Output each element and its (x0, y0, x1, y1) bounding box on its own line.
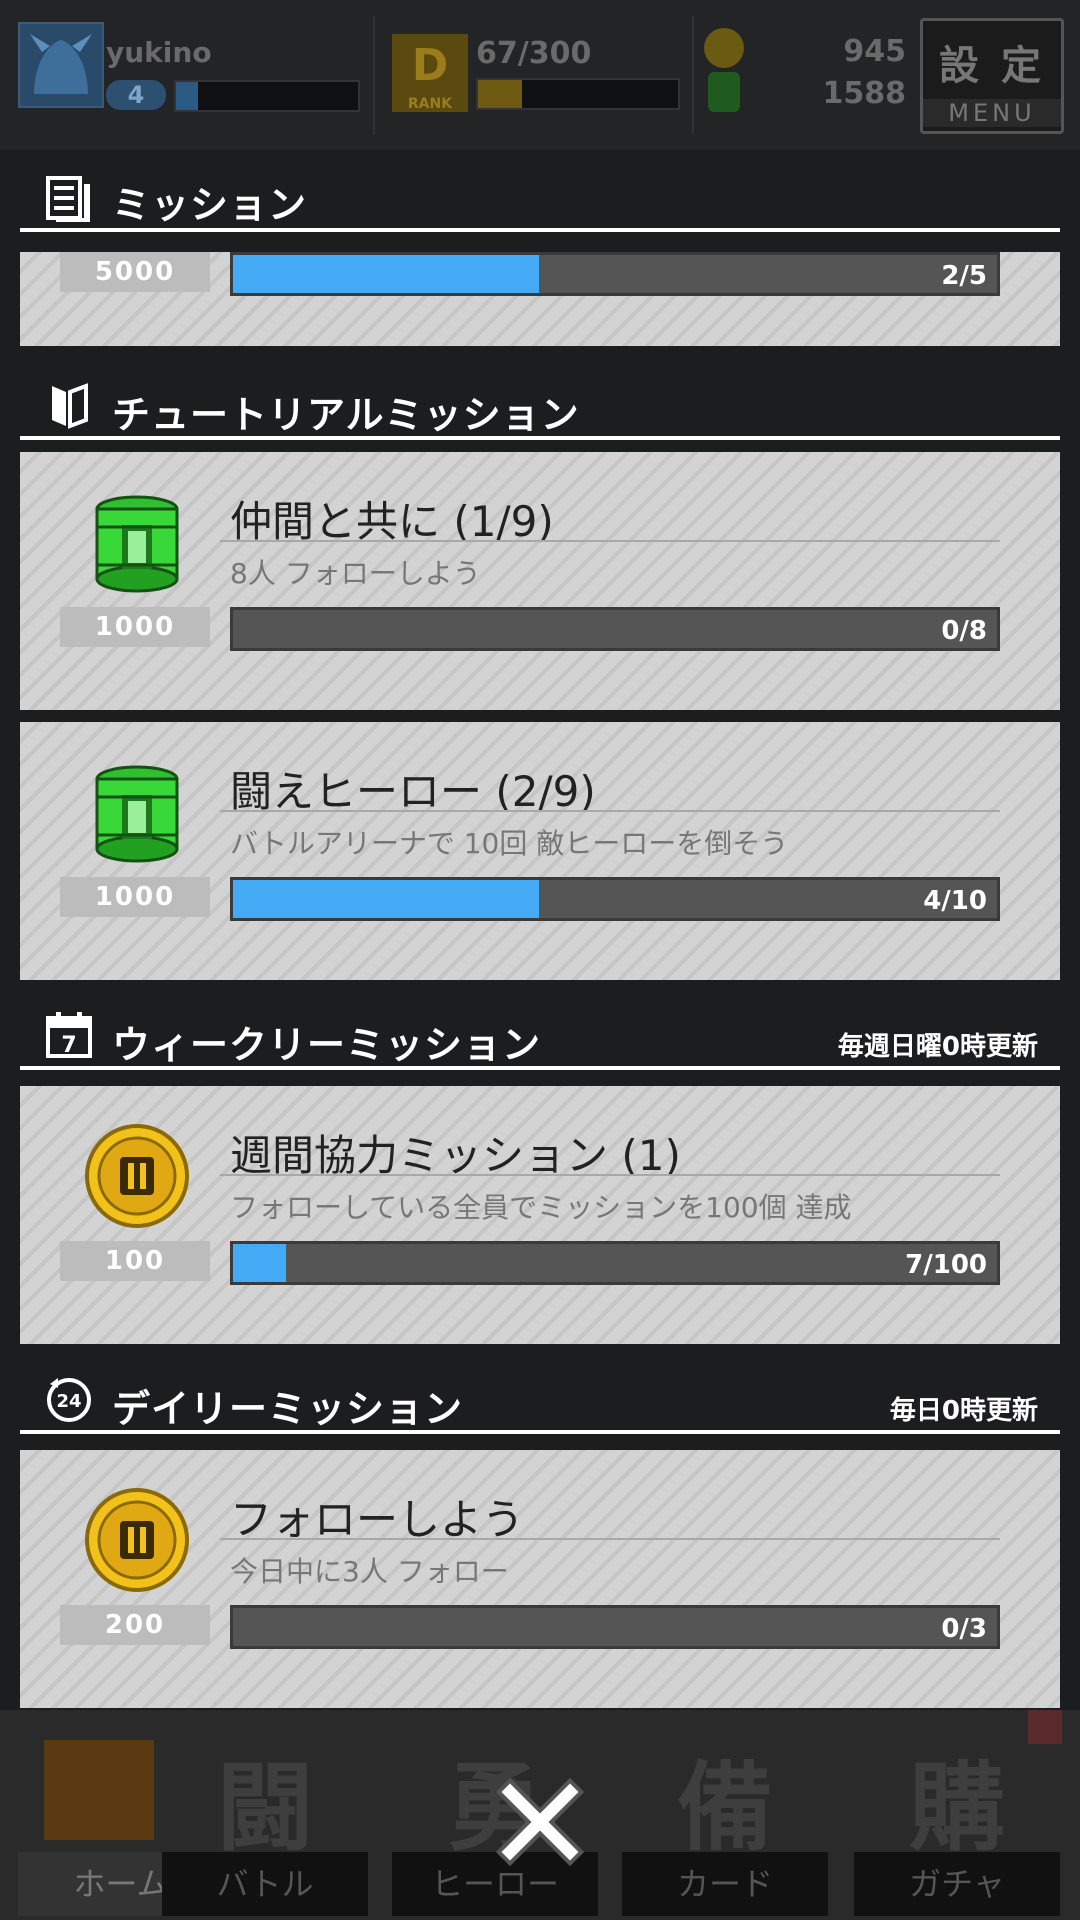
mission-panel-title: ミッション (112, 183, 308, 227)
gold-coin-icon (82, 1485, 192, 1595)
card-glyph-icon: 備 (677, 1752, 773, 1864)
progress-bar: 2/5 (230, 252, 1000, 296)
nav-label: カード (622, 1852, 828, 1916)
mission-card-partial[interactable]: 5000 2/5 (20, 252, 1060, 346)
calendar-icon: 7 (46, 1012, 92, 1058)
coin-count: 945 (843, 34, 906, 69)
rank-progress-text: 67/300 (476, 36, 592, 71)
gem-icon (708, 72, 740, 112)
close-button[interactable] (495, 1777, 585, 1867)
gold-coin-icon (82, 1121, 192, 1231)
progress-text: 2/5 (941, 261, 987, 291)
reward-amount: 200 (60, 1605, 210, 1645)
progress-fill (233, 255, 539, 293)
level-badge: 4 (106, 80, 166, 110)
rank-bar (476, 78, 680, 110)
green-barrel-icon (82, 487, 192, 597)
player-avatar[interactable] (18, 22, 104, 108)
mission-card[interactable]: フォローしよう 今日中に3人 フォロー 200 0/3 (20, 1450, 1060, 1708)
mission-description: 今日中に3人 フォロー (230, 1555, 509, 1588)
progress-bar: 4/10 (230, 877, 1000, 921)
home-icon (44, 1740, 154, 1840)
svg-text:24: 24 (56, 1391, 81, 1412)
progress-fill (233, 880, 539, 918)
section-header-daily: 24 デイリーミッション 毎日0時更新 (20, 1374, 1060, 1434)
nav-card[interactable]: 備 カード (618, 1720, 832, 1916)
mission-card[interactable]: 闘えヒーロー (2/9) バトルアリーナで 10回 敵ヒーローを倒そう 1000… (20, 722, 1060, 980)
mission-card[interactable]: 仲間と共に (1/9) 8人 フォローしよう 1000 0/8 (20, 452, 1060, 710)
nav-battle[interactable]: 闘 バトル (158, 1720, 372, 1916)
section-title: チュートリアルミッション (112, 393, 580, 437)
notification-badge-icon (1028, 1710, 1062, 1744)
gem-count: 1588 (822, 76, 907, 111)
menu-button[interactable]: 設 定 MENU (920, 18, 1064, 134)
progress-text: 4/10 (923, 886, 987, 916)
reward-amount: 1000 (60, 877, 210, 917)
mission-description: フォローしている全員でミッションを100個 達成 (230, 1191, 852, 1224)
rank-icon: D RANK (392, 34, 468, 112)
mission-list-icon (46, 176, 90, 222)
section-title: デイリーミッション (112, 1387, 464, 1431)
book-icon (52, 383, 88, 429)
mission-description: バトルアリーナで 10回 敵ヒーローを倒そう (230, 827, 789, 860)
nav-label: バトル (162, 1852, 368, 1916)
progress-bar: 0/8 (230, 607, 1000, 651)
mission-panel: ミッション 5000 2/5 チュートリアルミッション 仲間と共に (1/9) … (0, 150, 1080, 1710)
nav-label: ガチャ (854, 1852, 1060, 1916)
status-bar: yukino 4 D RANK 67/300 945 1588 設 定 MENU (0, 0, 1080, 150)
section-header-weekly: 7 ウィークリーミッション 毎週日曜0時更新 (20, 1010, 1060, 1070)
battle-glyph-icon: 闘 (217, 1752, 313, 1864)
mission-description: 8人 フォローしよう (230, 557, 481, 590)
green-barrel-icon (82, 757, 192, 867)
progress-bar: 0/3 (230, 1605, 1000, 1649)
progress-text: 0/3 (941, 1614, 987, 1644)
reward-amount: 1000 (60, 607, 210, 647)
nav-gacha[interactable]: 購 ガチャ (850, 1710, 1064, 1916)
reward-amount: 100 (60, 1241, 210, 1281)
section-header-tutorial: チュートリアルミッション (20, 380, 1060, 440)
progress-text: 0/8 (941, 616, 987, 646)
progress-text: 7/100 (905, 1250, 987, 1280)
exp-bar (174, 80, 360, 112)
coin-icon (704, 28, 744, 68)
close-icon (495, 1777, 585, 1867)
mission-card[interactable]: 週間協力ミッション (1) フォローしている全員でミッションを100個 達成 1… (20, 1086, 1060, 1344)
update-note: 毎週日曜0時更新 (837, 1032, 1038, 1062)
progress-bar: 7/100 (230, 1241, 1000, 1285)
reward-amount: 5000 (60, 252, 210, 292)
update-note: 毎日0時更新 (889, 1396, 1038, 1426)
avatar-icon (30, 34, 92, 94)
24-hour-icon: 24 (47, 1378, 91, 1422)
progress-fill (233, 1244, 287, 1282)
gacha-glyph-icon: 購 (909, 1752, 1005, 1864)
mission-panel-header: ミッション (20, 170, 1060, 232)
svg-text:7: 7 (61, 1033, 76, 1058)
username: yukino (106, 36, 212, 69)
section-title: ウィークリーミッション (112, 1023, 542, 1067)
